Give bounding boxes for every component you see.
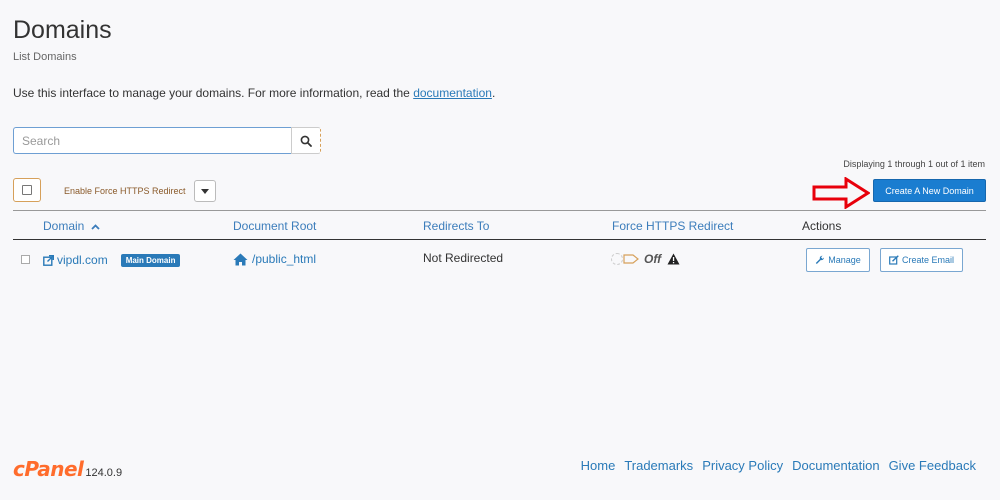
search-button[interactable] [291,127,321,154]
footer-link-give-feedback[interactable]: Give Feedback [889,458,976,473]
wrench-icon [816,255,825,264]
page-title: Domains [13,16,112,44]
version-number: 124.0.9 [85,467,123,479]
document-root-link[interactable]: /public_html [252,252,316,266]
intro-text-body: Use this interface to manage your domain… [13,86,414,100]
table-header: Domain Document Root Redirects To Force … [13,210,986,240]
caret-down-icon [201,188,209,194]
column-header-force-https[interactable]: Force HTTPS Redirect [612,219,733,233]
force-https-toggle[interactable] [611,252,641,266]
footer-link-trademarks[interactable]: Trademarks [624,458,693,473]
home-icon [233,253,248,265]
main-domain-badge: Main Domain [120,253,181,267]
create-new-domain-button[interactable]: Create A New Domain [873,179,986,202]
table-row: vipdl.com Main Domain /public_html Not R… [13,240,986,280]
search-box [13,127,321,154]
force-https-dropdown[interactable] [194,180,216,202]
cpanel-logo[interactable]: cPanel [13,457,84,481]
select-all-checkbox[interactable] [22,185,32,195]
sort-ascending-icon [91,224,100,230]
page-subtitle: List Domains [13,51,77,63]
force-https-state: Off [644,252,662,266]
documentation-link[interactable]: documentation [413,86,492,100]
search-icon [300,135,312,147]
edit-external-icon [889,255,899,265]
select-all-checkbox-wrap[interactable] [13,178,41,202]
domain-link[interactable]: vipdl.com [57,253,108,267]
footer-links: Home Trademarks Privacy Policy Documenta… [581,458,976,473]
column-header-document-root[interactable]: Document Root [233,219,316,233]
document-root-cell: /public_html [233,252,316,266]
display-count: Displaying 1 through 1 out of 1 item [843,159,985,169]
row-checkbox[interactable] [21,255,30,264]
column-header-redirects-to[interactable]: Redirects To [423,219,489,233]
arrow-indicator-icon [812,177,870,209]
intro-text-end: . [491,86,496,100]
create-email-button[interactable]: Create Email [880,248,963,272]
redirects-to-value: Not Redirected [423,251,504,265]
force-https-cell: Off [611,252,680,266]
column-header-domain[interactable]: Domain [43,219,100,233]
toggle-tag-icon [623,254,639,264]
manage-button[interactable]: Manage [806,248,870,272]
footer-link-documentation[interactable]: Documentation [792,458,879,473]
column-header-domain-label: Domain [43,219,85,233]
footer-link-home[interactable]: Home [581,458,616,473]
footer-link-privacy-policy[interactable]: Privacy Policy [702,458,783,473]
toggle-knob [611,253,623,265]
domain-cell: vipdl.com Main Domain [43,253,181,267]
domains-table: Domain Document Root Redirects To Force … [13,210,986,280]
create-email-button-label: Create Email [901,255,955,265]
footer-brand: cPanel 124.0.9 [13,457,122,481]
manage-button-label: Manage [828,255,861,265]
warning-icon [667,253,680,265]
column-header-actions: Actions [802,219,842,233]
intro-text: Use this interface to manage your domain… [13,86,495,100]
external-link-icon [43,254,54,266]
force-https-bulk-label[interactable]: Enable Force HTTPS Redirect [64,186,186,196]
search-input[interactable] [13,127,291,154]
